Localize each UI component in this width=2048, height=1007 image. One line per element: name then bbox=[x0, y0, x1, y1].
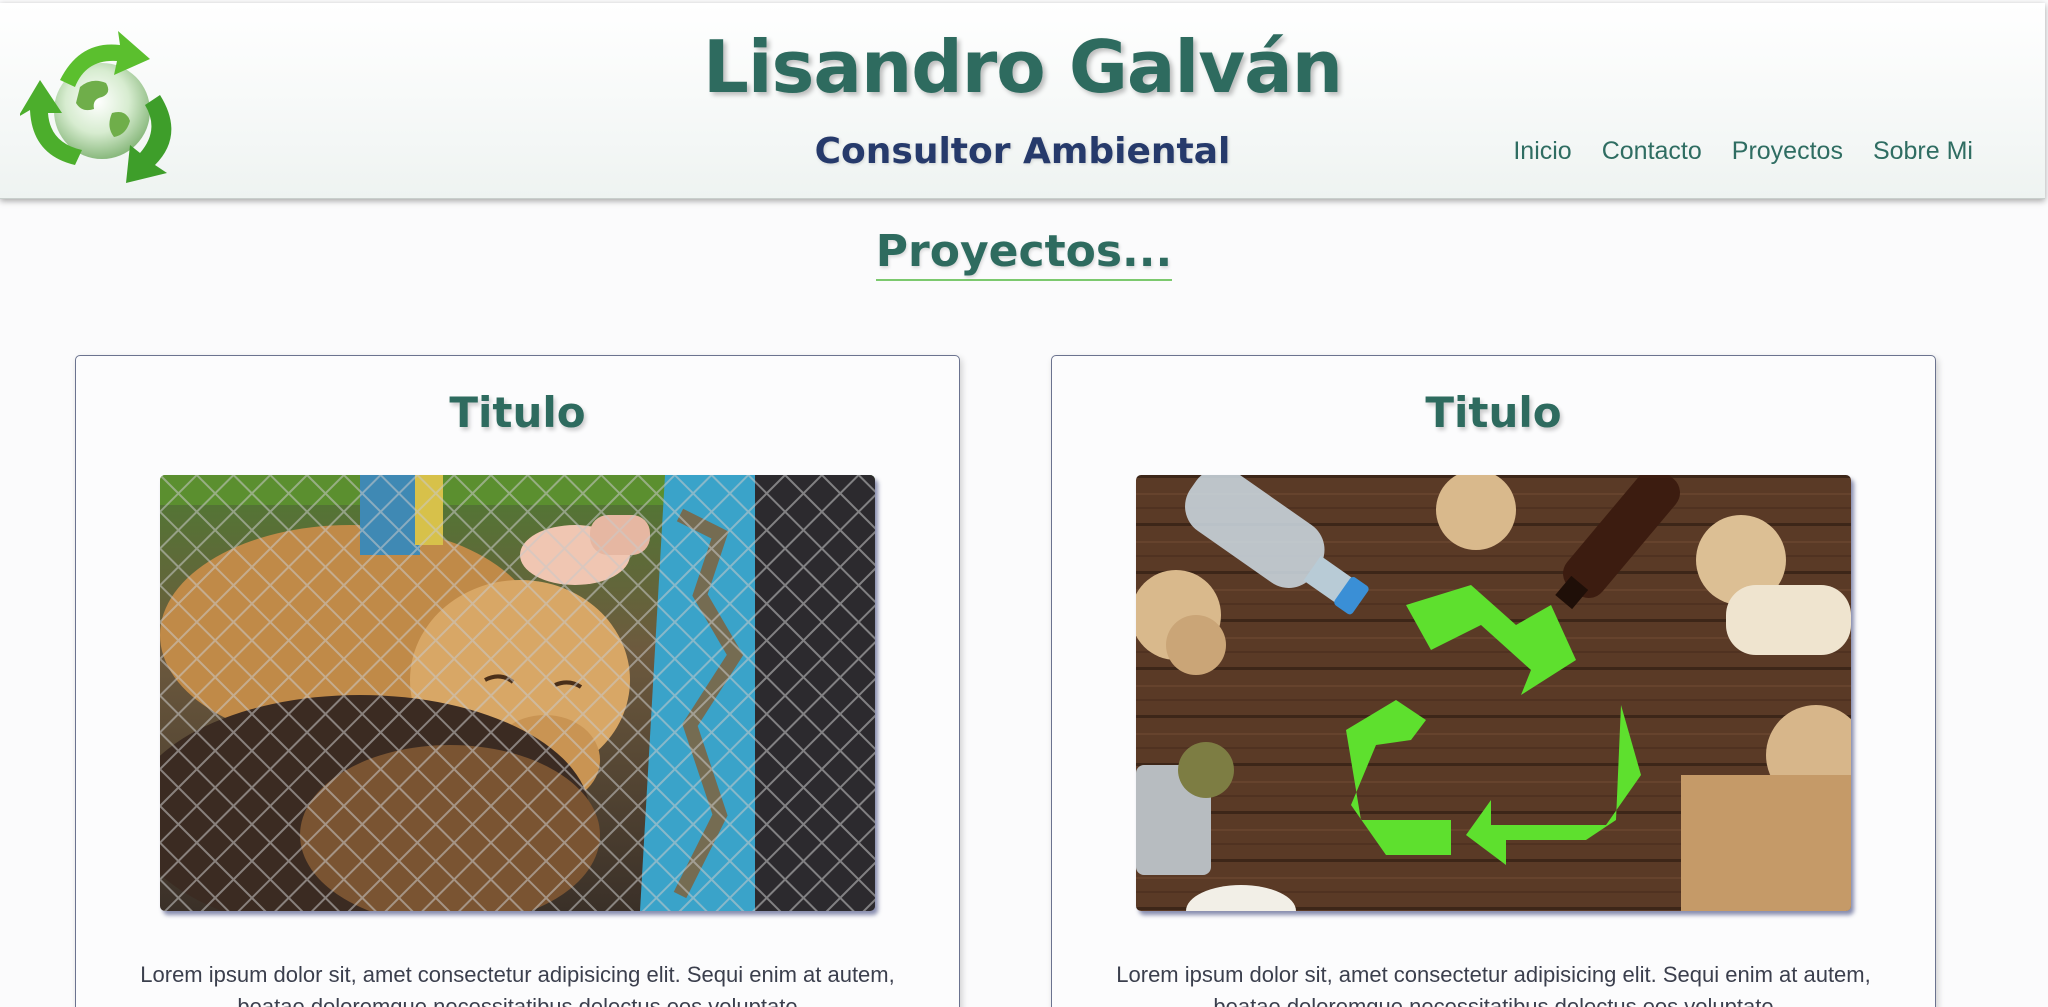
card-title: Titulo bbox=[449, 388, 586, 437]
nav-link-sobre-mi[interactable]: Sobre Mi bbox=[1873, 137, 1973, 166]
card-description: Lorem ipsum dolor sit, amet consectetur … bbox=[1116, 962, 1871, 1007]
project-card: Titulo Lorem ipsum dolor sit, amet conse… bbox=[75, 355, 960, 1007]
card-description: Lorem ipsum dolor sit, amet consectetur … bbox=[140, 962, 895, 1007]
page: Lisandro Galván Consultor Ambiental Inic… bbox=[0, 0, 2048, 1007]
nav-link-proyectos[interactable]: Proyectos bbox=[1732, 137, 1843, 166]
rescued-dogs-behind-fence-photo bbox=[160, 475, 875, 911]
site-header: Lisandro Galván Consultor Ambiental Inic… bbox=[0, 3, 2045, 199]
card-title: Titulo bbox=[1425, 388, 1562, 437]
nav-link-contacto[interactable]: Contacto bbox=[1602, 137, 1702, 166]
section-heading: Proyectos... bbox=[0, 226, 2048, 281]
nav-link-inicio[interactable]: Inicio bbox=[1513, 137, 1571, 166]
project-card: Titulo Lorem ipsum dolor sit, amet conse… bbox=[1051, 355, 1936, 1007]
main-nav: Inicio Contacto Proyectos Sobre Mi bbox=[1513, 137, 1973, 166]
site-title: Lisandro Galván bbox=[703, 25, 1343, 109]
recycling-symbol-with-waste-photo bbox=[1136, 475, 1851, 911]
section-title: Proyectos... bbox=[875, 226, 1173, 281]
